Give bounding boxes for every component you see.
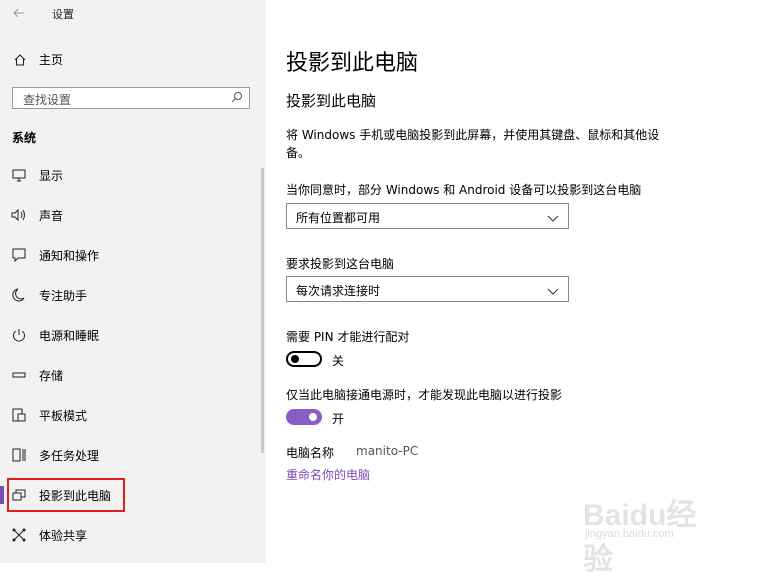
sidebar-item-label: 显示 bbox=[39, 169, 64, 183]
sidebar-item-label: 声音 bbox=[39, 209, 64, 223]
rename-pc-link[interactable]: 重命名你的电脑 bbox=[286, 466, 370, 483]
request-dropdown[interactable]: 每次请求连接时 bbox=[286, 276, 569, 302]
monitor-icon bbox=[10, 166, 28, 184]
storage-icon bbox=[10, 366, 28, 384]
pin-toggle-state: 关 bbox=[332, 354, 345, 368]
agree-label: 当你同意时，部分 Windows 和 Android 设备可以投影到这台电脑 bbox=[286, 183, 642, 197]
sidebar-scrollbar[interactable] bbox=[261, 168, 264, 453]
power-toggle-state: 开 bbox=[332, 412, 345, 426]
sidebar-item-home[interactable]: 主页 bbox=[12, 50, 252, 70]
pc-name-label: 电脑名称 bbox=[286, 446, 335, 460]
notification-icon bbox=[10, 246, 28, 264]
search-icon bbox=[231, 90, 243, 104]
sidebar-item-label: 存储 bbox=[39, 369, 64, 383]
moon-icon bbox=[10, 286, 28, 304]
pin-toggle[interactable] bbox=[286, 351, 322, 367]
sidebar-item-display[interactable]: 显示 bbox=[0, 155, 266, 195]
sidebar: 设置 主页 查找设置 系统 显示 声音 通知和操作 专注助手 电源和睡眠 存储 … bbox=[0, 0, 266, 563]
chevron-down-icon bbox=[546, 282, 560, 295]
active-indicator bbox=[0, 486, 4, 504]
pin-label: 需要 PIN 才能进行配对 bbox=[286, 330, 410, 344]
app-title: 设置 bbox=[52, 8, 74, 21]
sidebar-item-multitasking[interactable]: 多任务处理 bbox=[0, 435, 266, 475]
description-text: 将 Windows 手机或电脑投影到此屏幕，并使用其键盘、鼠标和其他设备。 bbox=[286, 128, 660, 160]
page-title: 投影到此电脑 bbox=[286, 51, 419, 76]
sidebar-item-label: 多任务处理 bbox=[39, 449, 100, 463]
toggle-knob bbox=[291, 355, 299, 363]
power-label: 仅当此电脑接通电源时，才能发现此电脑以进行投影 bbox=[286, 388, 563, 402]
sidebar-item-notifications[interactable]: 通知和操作 bbox=[0, 235, 266, 275]
dropdown-value: 所有位置都可用 bbox=[296, 211, 381, 225]
search-input[interactable]: 查找设置 bbox=[12, 87, 250, 109]
watermark-sub: jingyan.baidu.com bbox=[585, 528, 674, 540]
section-subtitle: 投影到此电脑 bbox=[286, 92, 377, 110]
dropdown-value: 每次请求连接时 bbox=[296, 284, 381, 298]
sidebar-item-sound[interactable]: 声音 bbox=[0, 195, 266, 235]
search-placeholder: 查找设置 bbox=[23, 93, 72, 107]
sidebar-item-label: 通知和操作 bbox=[39, 249, 100, 263]
multitask-icon bbox=[10, 446, 28, 464]
section-label-system: 系统 bbox=[12, 131, 37, 145]
title-bar: 设置 bbox=[0, 0, 266, 26]
chevron-down-icon bbox=[546, 209, 560, 222]
sidebar-item-storage[interactable]: 存储 bbox=[0, 355, 266, 395]
sidebar-item-label: 电源和睡眠 bbox=[39, 329, 100, 343]
availability-dropdown[interactable]: 所有位置都可用 bbox=[286, 203, 569, 229]
sidebar-item-power-sleep[interactable]: 电源和睡眠 bbox=[0, 315, 266, 355]
sidebar-item-tablet-mode[interactable]: 平板模式 bbox=[0, 395, 266, 435]
share-icon bbox=[10, 526, 28, 544]
toggle-knob bbox=[309, 413, 317, 421]
sidebar-item-home-label: 主页 bbox=[39, 53, 64, 67]
sidebar-item-label: 平板模式 bbox=[39, 409, 88, 423]
power-toggle[interactable] bbox=[286, 409, 322, 425]
highlight-box bbox=[7, 478, 125, 512]
back-arrow-icon bbox=[13, 8, 24, 18]
baidu-watermark: Baidu经验 jingyan.baidu.com bbox=[575, 480, 725, 576]
home-icon bbox=[12, 50, 28, 72]
sidebar-item-label: 体验共享 bbox=[39, 529, 88, 543]
request-label: 要求投影到这台电脑 bbox=[286, 257, 395, 271]
sidebar-item-focus-assist[interactable]: 专注助手 bbox=[0, 275, 266, 315]
sidebar-item-shared-experiences[interactable]: 体验共享 bbox=[0, 515, 266, 555]
pc-name-value: manito-PC bbox=[356, 444, 419, 458]
back-button[interactable] bbox=[8, 4, 30, 22]
main-content: 投影到此电脑 投影到此电脑 将 Windows 手机或电脑投影到此屏幕，并使用其… bbox=[266, 0, 757, 563]
sidebar-item-label: 专注助手 bbox=[39, 289, 88, 303]
tablet-icon bbox=[10, 406, 28, 424]
power-icon bbox=[10, 326, 28, 344]
speaker-icon bbox=[10, 206, 28, 224]
